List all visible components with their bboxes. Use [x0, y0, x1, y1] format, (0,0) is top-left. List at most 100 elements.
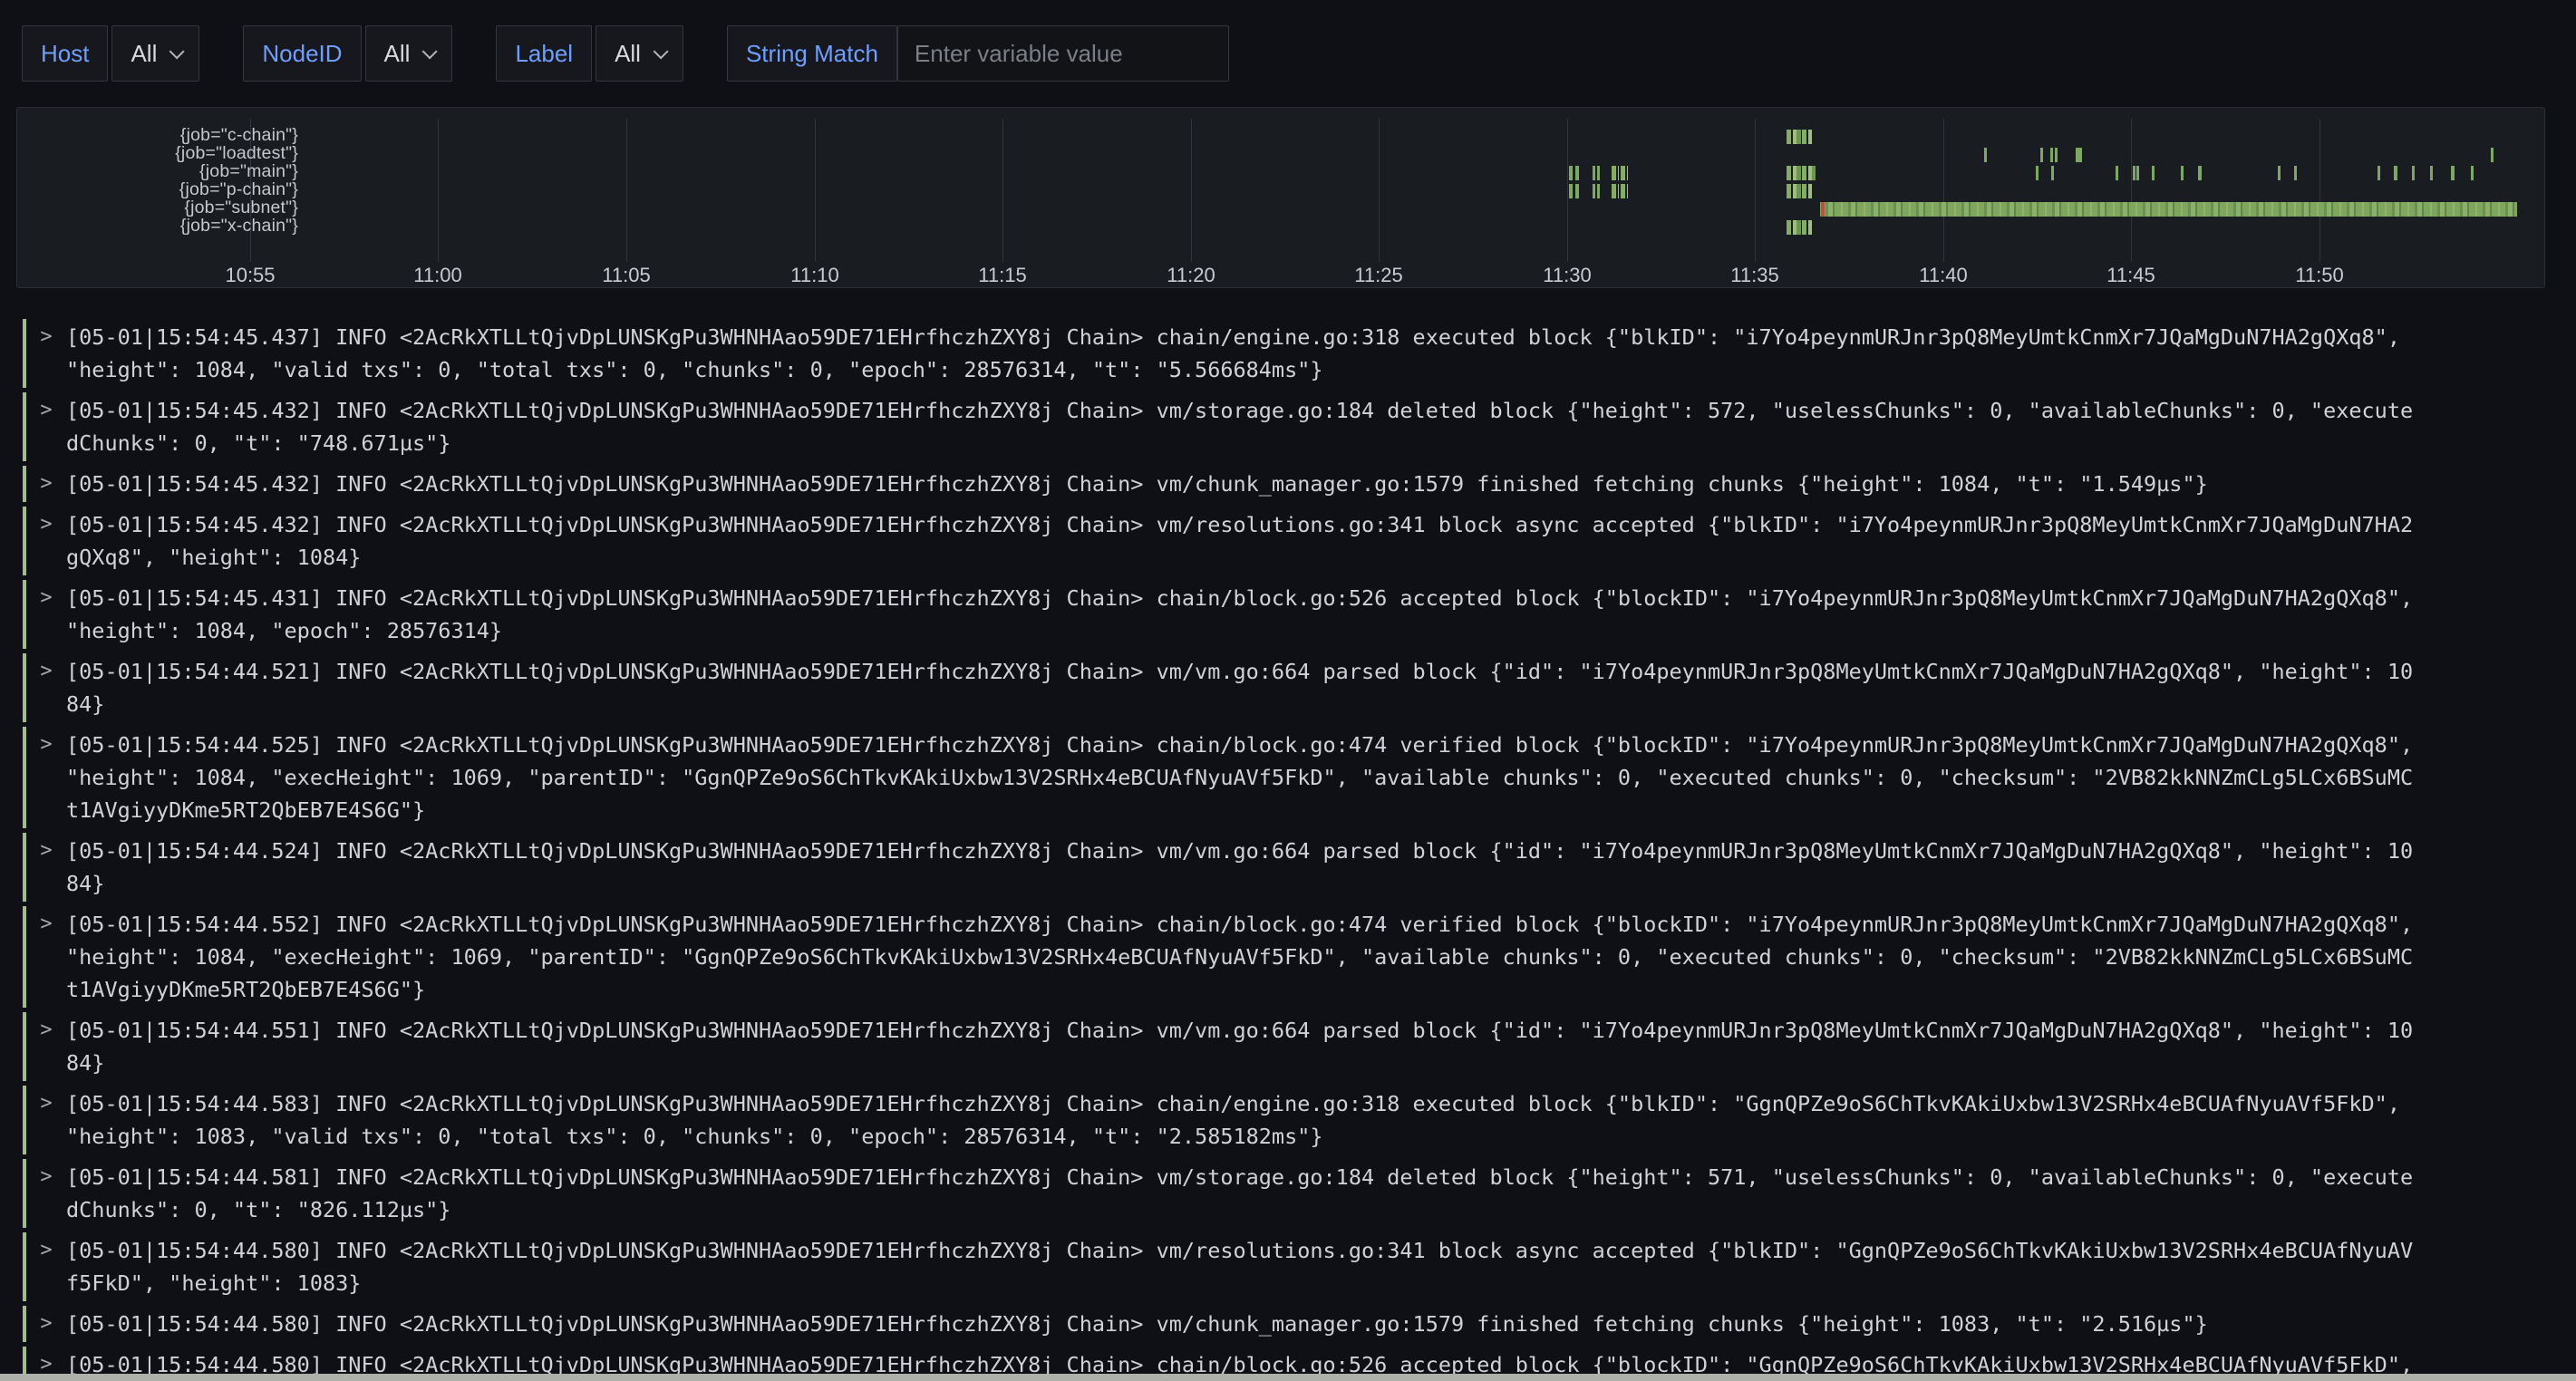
legend-label[interactable]: {job="c-chain"}	[24, 126, 298, 144]
histogram-mark-tick	[1575, 184, 1579, 198]
expand-chevron-icon[interactable]: >	[26, 729, 66, 826]
expand-chevron-icon[interactable]: >	[26, 394, 66, 459]
histogram-mark-block	[1787, 166, 1816, 180]
log-line: dChunks": 0, "t": "826.112µs"}	[66, 1193, 2561, 1226]
expand-chevron-icon[interactable]: >	[26, 582, 66, 647]
x-axis-tick-label: 11:20	[1167, 264, 1215, 287]
log-line: gQXq8", "height": 1084}	[66, 541, 2561, 574]
log-row[interactable]: >[05-01|15:54:45.432] INFO <2AcRkXTLLtQj…	[23, 392, 2561, 461]
histogram-mark-tick	[2278, 166, 2281, 180]
grid-line	[815, 119, 816, 262]
log-line: f5FkD", "height": 1083}	[66, 1267, 2561, 1299]
expand-chevron-icon[interactable]: >	[26, 1161, 66, 1226]
grid-line	[626, 119, 627, 262]
log-line: [05-01|15:54:45.432] INFO <2AcRkXTLLtQjv…	[66, 508, 2561, 541]
log-line: [05-01|15:54:45.432] INFO <2AcRkXTLLtQjv…	[66, 468, 2561, 500]
grid-line	[2131, 119, 2132, 262]
histogram-mark-tick	[1597, 184, 1600, 198]
log-line: [05-01|15:54:44.525] INFO <2AcRkXTLLtQjv…	[66, 729, 2561, 761]
expand-chevron-icon[interactable]: >	[26, 908, 66, 1006]
label-value: All	[615, 40, 641, 68]
log-row[interactable]: >[05-01|15:54:44.524] INFO <2AcRkXTLLtQj…	[23, 833, 2561, 902]
legend-label[interactable]: {job="loadtest"}	[24, 144, 298, 162]
log-row-lines: [05-01|15:54:44.551] INFO <2AcRkXTLLtQjv…	[66, 1014, 2561, 1079]
grid-line	[1943, 119, 1944, 262]
histogram-mark-tick	[2050, 148, 2053, 162]
expand-chevron-icon[interactable]: >	[26, 321, 66, 386]
variable-group-string-match: String Match	[727, 25, 1229, 82]
legend-label[interactable]: {job="main"}	[24, 162, 298, 180]
log-row[interactable]: >[05-01|15:54:44.525] INFO <2AcRkXTLLtQj…	[23, 727, 2561, 828]
histogram-mark-tick	[1597, 166, 1600, 180]
log-line: [05-01|15:54:44.551] INFO <2AcRkXTLLtQjv…	[66, 1014, 2561, 1047]
log-line: [05-01|15:54:45.437] INFO <2AcRkXTLLtQjv…	[66, 321, 2561, 353]
chevron-down-icon	[422, 43, 438, 59]
expand-chevron-icon[interactable]: >	[26, 468, 66, 500]
histogram-mark-tick	[2430, 166, 2433, 180]
horizontal-scrollbar[interactable]	[0, 1374, 2576, 1381]
log-row[interactable]: >[05-01|15:54:44.580] INFO <2AcRkXTLLtQj…	[23, 1232, 2561, 1301]
histogram-mark-tick	[1593, 166, 1595, 180]
legend-label[interactable]: {job="p-chain"}	[24, 180, 298, 198]
log-line: 84}	[66, 867, 2561, 900]
histogram-mark-tick	[2181, 166, 2184, 180]
histogram-mark-error	[1821, 202, 1825, 217]
log-row[interactable]: >[05-01|15:54:44.580] INFO <2AcRkXTLLtQj…	[23, 1306, 2561, 1342]
log-row[interactable]: >[05-01|15:54:44.552] INFO <2AcRkXTLLtQj…	[23, 906, 2561, 1008]
expand-chevron-icon[interactable]: >	[26, 655, 66, 720]
log-line: [05-01|15:54:44.581] INFO <2AcRkXTLLtQjv…	[66, 1161, 2561, 1193]
host-value: All	[131, 40, 157, 68]
expand-chevron-icon[interactable]: >	[26, 1308, 66, 1340]
log-row-lines: [05-01|15:54:44.581] INFO <2AcRkXTLLtQjv…	[66, 1161, 2561, 1226]
grid-line	[1379, 119, 1380, 262]
log-row[interactable]: >[05-01|15:54:44.583] INFO <2AcRkXTLLtQj…	[23, 1086, 2561, 1154]
label-dropdown[interactable]: All	[596, 25, 683, 82]
log-row[interactable]: >[05-01|15:54:44.551] INFO <2AcRkXTLLtQj…	[23, 1012, 2561, 1081]
log-volume-panel: {job="c-chain"}{job="loadtest"}{job="mai…	[16, 107, 2545, 288]
log-line: [05-01|15:54:45.432] INFO <2AcRkXTLLtQjv…	[66, 394, 2561, 427]
x-axis-tick-label: 11:25	[1354, 264, 1402, 287]
expand-chevron-icon[interactable]: >	[26, 835, 66, 900]
log-row[interactable]: >[05-01|15:54:45.432] INFO <2AcRkXTLLtQj…	[23, 466, 2561, 502]
expand-chevron-icon[interactable]: >	[26, 1234, 66, 1299]
expand-chevron-icon[interactable]: >	[26, 1014, 66, 1079]
histogram-mark-tick	[2116, 166, 2118, 180]
legend-label[interactable]: {job="subnet"}	[24, 198, 298, 217]
string-match-input[interactable]	[897, 25, 1229, 82]
host-dropdown[interactable]: All	[111, 25, 199, 82]
host-label: Host	[41, 40, 89, 68]
x-axis-tick-label: 11:45	[2106, 264, 2155, 287]
log-row[interactable]: >[05-01|15:54:44.581] INFO <2AcRkXTLLtQj…	[23, 1159, 2561, 1228]
log-row-lines: [05-01|15:54:45.431] INFO <2AcRkXTLLtQjv…	[66, 582, 2561, 647]
logs-panel: >[05-01|15:54:45.437] INFO <2AcRkXTLLtQj…	[23, 319, 2561, 1381]
log-row-lines: [05-01|15:54:44.521] INFO <2AcRkXTLLtQjv…	[66, 655, 2561, 720]
histogram-mark-tick	[1569, 166, 1573, 180]
log-row[interactable]: >[05-01|15:54:45.431] INFO <2AcRkXTLLtQj…	[23, 580, 2561, 649]
x-axis-tick-label: 11:30	[1543, 264, 1591, 287]
log-row[interactable]: >[05-01|15:54:45.432] INFO <2AcRkXTLLtQj…	[23, 507, 2561, 575]
timeline-legend: {job="c-chain"}{job="loadtest"}{job="mai…	[24, 126, 298, 235]
log-row-lines: [05-01|15:54:45.432] INFO <2AcRkXTLLtQjv…	[66, 468, 2561, 500]
expand-chevron-icon[interactable]: >	[26, 1087, 66, 1153]
histogram-mark-tick	[2377, 166, 2380, 180]
log-line: [05-01|15:54:44.521] INFO <2AcRkXTLLtQjv…	[66, 655, 2561, 688]
log-row[interactable]: >[05-01|15:54:44.521] INFO <2AcRkXTLLtQj…	[23, 653, 2561, 722]
log-line: "height": 1084, "execHeight": 1069, "par…	[66, 761, 2561, 794]
log-row[interactable]: >[05-01|15:54:45.437] INFO <2AcRkXTLLtQj…	[23, 319, 2561, 388]
expand-chevron-icon[interactable]: >	[26, 508, 66, 574]
variable-group-label: Label All	[496, 25, 683, 82]
grid-line	[1567, 119, 1568, 262]
histogram-mark-tick	[2294, 166, 2297, 180]
log-line: "height": 1084, "epoch": 28576314}	[66, 614, 2561, 647]
histogram-mark-tick	[2051, 166, 2054, 180]
variable-group-host: Host All	[22, 25, 199, 82]
legend-label[interactable]: {job="x-chain"}	[24, 217, 298, 235]
log-line: [05-01|15:54:44.580] INFO <2AcRkXTLLtQjv…	[66, 1308, 2561, 1340]
x-axis-tick-label: 11:50	[2295, 264, 2343, 287]
x-axis-tick-label: 11:15	[978, 264, 1026, 287]
histogram-mark-tick	[2394, 166, 2397, 180]
label-label: Label	[515, 40, 573, 68]
nodeid-dropdown[interactable]: All	[365, 25, 453, 82]
log-line: [05-01|15:54:45.431] INFO <2AcRkXTLLtQjv…	[66, 582, 2561, 614]
histogram-mark-tick	[2040, 148, 2043, 162]
